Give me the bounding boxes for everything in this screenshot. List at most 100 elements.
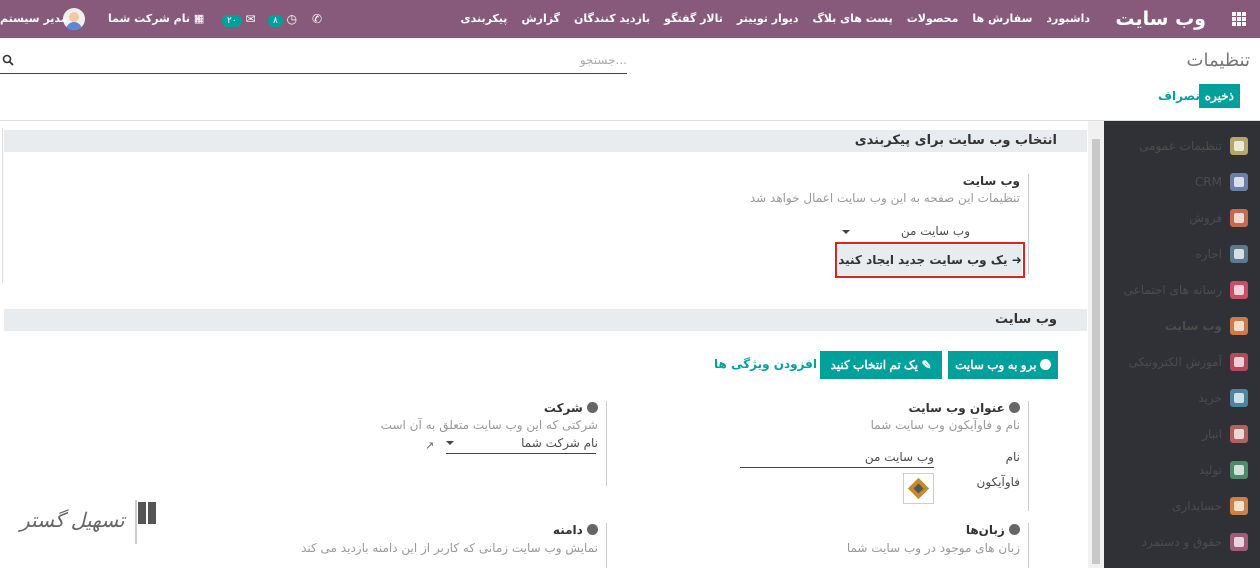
messages-count-badge: ۲۰ <box>222 15 242 27</box>
company-select[interactable]: نام شرکت شما <box>521 436 598 450</box>
name-label: نام <box>1005 450 1020 464</box>
discard-button[interactable]: انصراف <box>1158 84 1204 108</box>
chevron-down-icon[interactable] <box>842 230 850 234</box>
sidebar-item[interactable]: رسانه های اجتماعی <box>1104 272 1260 308</box>
arrow-left-icon: ➜ <box>1011 253 1022 267</box>
search-icon[interactable] <box>2 54 14 66</box>
menu-item-orders[interactable]: سفارش ها <box>972 0 1032 38</box>
pick-theme-label: یک تم انتخاب کنید <box>830 358 919 372</box>
sidebar-item-label: اجاره <box>1195 247 1223 261</box>
sidebar-item[interactable]: فروش <box>1104 200 1260 236</box>
sidebar-item-label: حقوق و دستمزد <box>1141 535 1222 549</box>
search-input[interactable]: جستجو... <box>0 50 627 74</box>
sidebar-item[interactable]: وب سایت <box>1104 308 1260 344</box>
website-title-label: عنوان وب سایت <box>908 401 1005 415</box>
clock-icon: ◷ <box>286 12 298 26</box>
thumbs-up-icon <box>1230 281 1248 299</box>
chevron-down-icon[interactable] <box>446 441 454 445</box>
elearning-icon <box>1230 353 1248 371</box>
globe-icon <box>1009 524 1020 535</box>
setting-divider <box>1028 174 1029 274</box>
menu-item-twitter-wall[interactable]: دیوار توییتر <box>737 0 799 38</box>
website-title-help: نام و فاوآیکون وب سایت شما <box>870 418 1020 432</box>
app-brand[interactable]: وب سایت <box>1115 0 1206 38</box>
gear-icon <box>1230 137 1248 155</box>
sidebar-item-label: فروش <box>1189 211 1222 225</box>
menu-item-blog-posts[interactable]: پست های بلاگ <box>812 0 892 38</box>
sidebar-item-label: CRM <box>1194 175 1222 189</box>
sidebar-item[interactable]: آموزش الکترونیکی <box>1104 344 1260 380</box>
scrollbar[interactable] <box>1088 121 1104 568</box>
add-features-label: افزودن ویژگی ها <box>714 357 818 371</box>
watermark-text: تسهیل گستر <box>20 508 125 532</box>
setting-divider <box>1028 523 1029 568</box>
website-select[interactable]: وب سایت من <box>901 224 970 238</box>
add-features-link[interactable]: افزودن ویژگی ها ✚ <box>714 357 831 371</box>
domain-setting: دامنه <box>553 523 598 537</box>
create-website-button[interactable]: یک وب سایت جدید ایجاد کنید ➜ <box>835 242 1025 278</box>
website-title-setting: عنوان وب سایت <box>908 401 1020 415</box>
website-name-input[interactable]: وب سایت من <box>865 450 934 464</box>
sidebar-item[interactable]: اجاره <box>1104 236 1260 272</box>
chat-icon: ✉ <box>245 12 256 26</box>
sidebar-item[interactable]: تنظیمات عمومی <box>1104 128 1260 164</box>
go-to-website-label: برو به وب سایت <box>955 358 1037 372</box>
activities-button[interactable]: ۸ ◷ <box>268 0 297 38</box>
favicon-label: فاوآیکون <box>976 475 1021 489</box>
domain-setting-help: نمایش وب سایت زمانی که کاربر از این دامن… <box>301 541 598 555</box>
car-icon <box>1230 245 1248 263</box>
top-navbar: وب سایت داشبورد سفارش ها محصولات پست های… <box>0 0 1260 38</box>
save-button[interactable]: ذخیره <box>1198 84 1240 108</box>
sidebar-item-label: وب سایت <box>1164 319 1222 333</box>
scrollbar-thumb[interactable] <box>1092 139 1100 564</box>
main-menu: داشبورد سفارش ها محصولات پست های بلاگ دی… <box>461 0 1090 38</box>
plus-icon: ✚ <box>821 357 832 371</box>
globe-icon <box>587 524 598 535</box>
apps-menu-icon[interactable] <box>1232 12 1246 26</box>
sidebar-item[interactable]: خرید <box>1104 380 1260 416</box>
section-header-select-website: انتخاب وب سایت برای پیکربندی <box>4 130 1087 152</box>
globe-icon <box>1009 402 1020 413</box>
sidebar-item[interactable]: تولید <box>1104 452 1260 488</box>
external-link-icon[interactable]: ↗ <box>425 439 434 452</box>
favicon-image[interactable] <box>903 473 934 504</box>
card-icon <box>1230 389 1248 407</box>
menu-item-visitors[interactable]: بازدید کنندگان <box>574 0 650 38</box>
sidebar-item[interactable]: انبار <box>1104 416 1260 452</box>
create-website-label: یک وب سایت جدید ایجاد کنید <box>838 253 1008 267</box>
website-field-help: تنظیمات این صفحه به این وب سایت اعمال خو… <box>749 191 1020 205</box>
sidebar-item-label: تنظیمات عمومی <box>1139 139 1222 153</box>
globe-icon <box>1230 317 1248 335</box>
sidebar-item-label: رسانه های اجتماعی <box>1123 283 1222 297</box>
website-field-title: وب سایت <box>962 174 1020 188</box>
sidebar-item-label: انبار <box>1202 427 1222 441</box>
phone-icon[interactable]: ✆ <box>312 0 322 38</box>
menu-item-products[interactable]: محصولات <box>907 0 959 38</box>
sidebar-item-label: خرید <box>1198 391 1222 405</box>
messages-button[interactable]: ۲۰ ✉ <box>222 0 256 38</box>
section-header-website: وب سایت <box>4 309 1087 331</box>
languages-setting-label: زبان‌ها <box>965 523 1005 537</box>
menu-item-forum[interactable]: تالار گفتگو <box>664 0 723 38</box>
setting-divider <box>1028 401 1029 511</box>
building-icon: ▦ <box>193 12 205 25</box>
sidebar-item[interactable]: حقوق و دستمزد <box>1104 524 1260 560</box>
company-select-underline <box>446 453 596 454</box>
languages-setting-help: زبان های موجود در وب سایت شما <box>846 541 1020 555</box>
box-icon <box>1230 425 1248 443</box>
menu-item-configuration[interactable]: پیکربندی <box>461 0 508 38</box>
sidebar-item[interactable]: حسابداری <box>1104 488 1260 524</box>
menu-item-reporting[interactable]: گزارش <box>521 0 560 38</box>
invoice-icon <box>1230 497 1248 515</box>
page-title: تنظیمات <box>1186 50 1250 71</box>
company-switcher[interactable]: نام شرکت شما ▦ <box>108 0 204 38</box>
go-to-website-button[interactable]: برو به وب سایت <box>948 351 1058 379</box>
company-setting-label: شرکت <box>543 401 583 415</box>
setting-divider <box>606 523 607 568</box>
user-name[interactable]: مدیر سیستم <box>0 0 68 38</box>
menu-item-dashboard[interactable]: داشبورد <box>1046 0 1090 38</box>
payroll-icon <box>1230 533 1248 551</box>
sidebar-item[interactable]: CRM <box>1104 164 1260 200</box>
search-placeholder: جستجو... <box>579 53 627 67</box>
pick-theme-button[interactable]: یک تم انتخاب کنید ✎ <box>820 351 942 379</box>
